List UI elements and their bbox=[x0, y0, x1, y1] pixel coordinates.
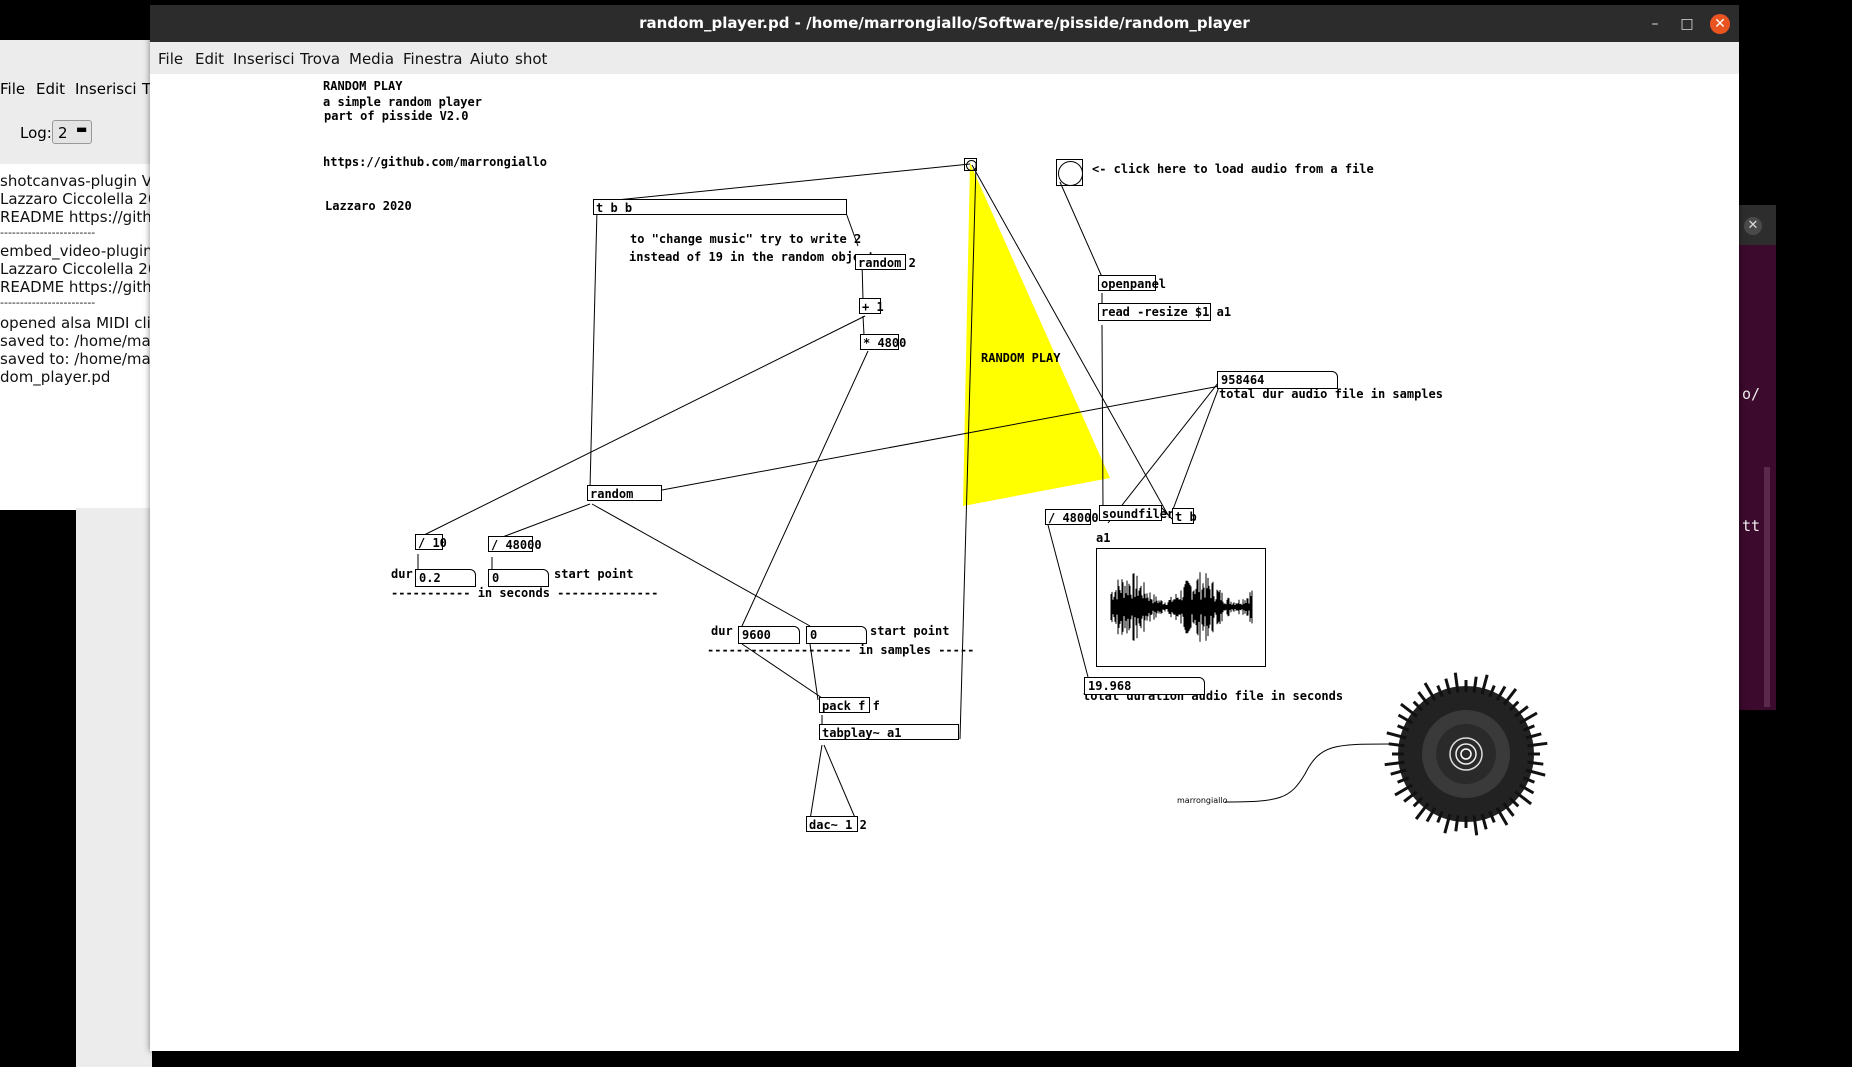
main-menu-edit[interactable]: Edit bbox=[36, 80, 65, 98]
number-start-samples[interactable]: 0 bbox=[806, 626, 867, 644]
triangle-label: RANDOM PLAY bbox=[981, 351, 1061, 365]
start-point-label: start point bbox=[554, 567, 634, 581]
number-start-seconds[interactable]: 0 bbox=[488, 569, 549, 587]
object-openpanel[interactable]: openpanel bbox=[1098, 275, 1166, 291]
close-icon[interactable]: ✕ bbox=[1744, 217, 1762, 235]
menu-file[interactable]: File bbox=[158, 50, 183, 68]
object-soundfiler[interactable]: soundfiler bbox=[1099, 505, 1174, 521]
object-t-b-b[interactable]: t b b bbox=[593, 199, 847, 215]
minimize-button[interactable]: – bbox=[1645, 14, 1665, 34]
console-line: dom_player.pd bbox=[0, 368, 111, 386]
console-line: saved to: /home/marr bbox=[0, 332, 163, 350]
object-plus-1[interactable]: + 1 bbox=[859, 298, 884, 314]
patch-window: random_player.pd - /home/marrongiallo/So… bbox=[150, 5, 1739, 1051]
number-total-samples[interactable]: 958464 bbox=[1217, 371, 1338, 389]
bang-button[interactable] bbox=[964, 158, 977, 171]
chevron-down-icon: ▬ bbox=[76, 122, 88, 136]
object-t-b[interactable]: t b bbox=[1172, 508, 1197, 524]
log-label: Log: bbox=[20, 124, 52, 142]
window-title: random_player.pd - /home/marrongiallo/So… bbox=[639, 14, 1250, 32]
console-line: Lazzaro Ciccolella 202 bbox=[0, 260, 167, 278]
dur-label: dur bbox=[391, 567, 413, 581]
object-div-10[interactable]: / 10 bbox=[415, 534, 447, 550]
object-random-2[interactable]: random 2 bbox=[855, 254, 916, 270]
object-div-48000[interactable]: / 48000 bbox=[488, 536, 542, 552]
console-line: shotcanvas-plugin V 0 bbox=[0, 172, 167, 190]
patch-canvas[interactable]: RANDOM PLAY a simple random player part … bbox=[150, 74, 1739, 1051]
menu-insert[interactable]: Inserisci bbox=[233, 50, 295, 68]
object-div-48000[interactable]: / 48000 bbox=[1045, 509, 1099, 525]
console-line: opened alsa MIDI clie bbox=[0, 314, 161, 332]
console-line: embed_video-plugin V bbox=[0, 242, 168, 260]
url-comment: https://github.com/marrongiallo bbox=[323, 155, 547, 169]
menu-window[interactable]: Finestra bbox=[403, 50, 463, 68]
number-total-seconds[interactable]: 19.968 bbox=[1084, 677, 1205, 695]
yellow-triangle bbox=[963, 163, 1110, 506]
maximize-button[interactable]: □ bbox=[1677, 14, 1697, 34]
object-random[interactable]: random bbox=[587, 485, 662, 501]
pd-console: shotcanvas-plugin V 0 Lazzaro Ciccolella… bbox=[0, 164, 168, 510]
menu-shot[interactable]: shot bbox=[515, 50, 547, 68]
marrongiallo-logo bbox=[1382, 670, 1554, 842]
menu-edit[interactable]: Edit bbox=[195, 50, 224, 68]
pd-main-window: File Edit Inserisci T Log: 2 ▬ shotcanva… bbox=[0, 40, 168, 510]
in-seconds-label: ----------- in seconds -------------- bbox=[391, 586, 659, 600]
terminal-text: o/ bbox=[1742, 385, 1761, 403]
number-dur-samples[interactable]: 9600 bbox=[738, 626, 800, 644]
console-line: saved to: /home/marr bbox=[0, 350, 163, 368]
load-hint-comment: <- click here to load audio from a file bbox=[1092, 162, 1374, 176]
object-dac[interactable]: dac~ 1 2 bbox=[806, 816, 867, 832]
terminal-scrollbar[interactable] bbox=[1764, 467, 1770, 707]
patch-subtitle: a simple random player bbox=[323, 95, 482, 109]
number-dur-seconds[interactable]: 0.2 bbox=[415, 569, 476, 587]
background-panel bbox=[76, 508, 152, 1067]
patch-title: RANDOM PLAY bbox=[323, 79, 403, 93]
patch-subtitle: part of pisside V2.0 bbox=[324, 109, 469, 123]
in-samples-label: -------------------- in samples ----- bbox=[707, 643, 975, 657]
console-line: README https://githu bbox=[0, 278, 162, 296]
log-row: Log: 2 ▬ bbox=[0, 102, 152, 165]
array-name-label: a1 bbox=[1096, 531, 1111, 545]
main-menu-insert[interactable]: Inserisci bbox=[75, 80, 137, 98]
logo-caption: marrongiallo bbox=[1177, 796, 1228, 805]
logo-image bbox=[1384, 672, 1548, 836]
start-point-label: start point bbox=[870, 624, 950, 638]
window-titlebar[interactable]: random_player.pd - /home/marrongiallo/So… bbox=[150, 5, 1739, 42]
console-line: ------------------------ bbox=[0, 226, 96, 239]
terminal-text: tt bbox=[1742, 517, 1761, 535]
log-level-select[interactable]: 2 ▬ bbox=[52, 120, 92, 144]
object-tabplay[interactable]: tabplay~ a1 bbox=[819, 724, 959, 740]
bang-circle-icon bbox=[966, 160, 977, 171]
console-line: ------------------------ bbox=[0, 296, 96, 309]
waveform bbox=[1110, 572, 1253, 642]
object-mul-4800[interactable]: * 4800 bbox=[860, 334, 906, 350]
total-samples-label: total dur audio file in samples bbox=[1219, 387, 1443, 401]
hint-comment: to "change music" try to write 2 bbox=[630, 232, 862, 246]
main-menu-file[interactable]: File bbox=[0, 80, 25, 98]
log-level-value: 2 bbox=[58, 124, 68, 142]
array-graph-a1[interactable] bbox=[1096, 548, 1266, 667]
menu-help[interactable]: Aiuto bbox=[470, 50, 509, 68]
author-comment: Lazzaro 2020 bbox=[325, 199, 412, 213]
message-read-resize[interactable]: read -resize $1 a1 bbox=[1098, 303, 1231, 321]
console-line: README https://githu bbox=[0, 208, 162, 226]
dur-label: dur bbox=[711, 624, 733, 638]
menu-media[interactable]: Media bbox=[349, 50, 394, 68]
console-line: Lazzaro Ciccolella 202 bbox=[0, 190, 167, 208]
bang-circle-icon bbox=[1058, 161, 1083, 186]
patch-menubar: File Edit Inserisci Trova Media Finestra… bbox=[150, 42, 1739, 75]
patch-cords bbox=[417, 163, 1391, 821]
main-menubar: File Edit Inserisci T bbox=[0, 76, 152, 103]
menu-find[interactable]: Trova bbox=[300, 50, 340, 68]
load-file-bang[interactable] bbox=[1056, 159, 1083, 186]
object-pack[interactable]: pack f f bbox=[819, 697, 880, 713]
close-button[interactable]: ✕ bbox=[1710, 14, 1730, 34]
